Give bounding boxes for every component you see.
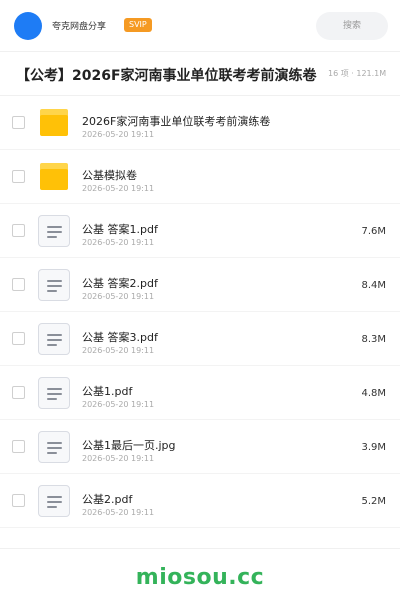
file-date: 2026-05-20 19:11 [82, 130, 155, 139]
folder-header: 【公考】2026F家河南事业单位联考考前演练卷 16 项 · 121.1M [0, 52, 400, 96]
avatar[interactable] [14, 12, 42, 40]
file-name: 公基1最后一页.jpg [82, 439, 176, 452]
list-item[interactable]: 公基 答案3.pdf 2026-05-20 19:11 8.3M [0, 312, 400, 366]
document-icon [38, 377, 70, 409]
document-icon [38, 215, 70, 247]
folder-title: 【公考】2026F家河南事业单位联考考前演练卷 [16, 68, 317, 84]
file-name: 公基1.pdf [82, 385, 133, 398]
file-size: 7.6M [361, 226, 386, 237]
file-date: 2026-05-20 19:11 [82, 454, 155, 463]
document-icon [38, 269, 70, 301]
file-size: 8.4M [361, 280, 386, 291]
folder-meta: 16 项 · 121.1M [328, 69, 387, 78]
search-input[interactable]: 搜索 [316, 12, 388, 40]
file-checkbox[interactable] [12, 386, 25, 399]
list-item[interactable]: 公基 答案2.pdf 2026-05-20 19:11 8.4M [0, 258, 400, 312]
file-checkbox[interactable] [12, 278, 25, 291]
document-icon [38, 485, 70, 517]
file-name: 公基 答案2.pdf [82, 277, 158, 290]
file-date: 2026-05-20 19:11 [82, 292, 155, 301]
folder-icon [38, 161, 70, 193]
file-size: 5.2M [361, 496, 386, 507]
list-item[interactable]: 2026F家河南事业单位联考考前演练卷 2026-05-20 19:11 [0, 96, 400, 150]
footer: miosou.cc [0, 548, 400, 600]
list-item[interactable]: 公基2.pdf 2026-05-20 19:11 5.2M [0, 474, 400, 528]
file-name: 2026F家河南事业单位联考考前演练卷 [82, 115, 271, 128]
file-list: 2026F家河南事业单位联考考前演练卷 2026-05-20 19:11 公基模… [0, 96, 400, 528]
list-item[interactable]: 公基1最后一页.jpg 2026-05-20 19:11 3.9M [0, 420, 400, 474]
top-bar: 夸克网盘分享 SVIP 搜索 [0, 0, 400, 52]
list-item[interactable]: 公基1.pdf 2026-05-20 19:11 4.8M [0, 366, 400, 420]
file-name: 公基 答案3.pdf [82, 331, 158, 344]
file-date: 2026-05-20 19:11 [82, 508, 155, 517]
file-date: 2026-05-20 19:11 [82, 184, 155, 193]
user-name: 夸克网盘分享 [52, 22, 107, 32]
file-checkbox[interactable] [12, 116, 25, 129]
file-checkbox[interactable] [12, 332, 25, 345]
file-size: 4.8M [361, 388, 386, 399]
document-icon [38, 323, 70, 355]
file-date: 2026-05-20 19:11 [82, 346, 155, 355]
brand-logo-text: miosou.cc [135, 565, 265, 590]
file-date: 2026-05-20 19:11 [82, 238, 155, 247]
file-checkbox[interactable] [12, 170, 25, 183]
list-item[interactable]: 公基 答案1.pdf 2026-05-20 19:11 7.6M [0, 204, 400, 258]
document-icon [38, 431, 70, 463]
file-size: 8.3M [361, 334, 386, 345]
svip-badge: SVIP [124, 18, 152, 32]
file-checkbox[interactable] [12, 440, 25, 453]
file-date: 2026-05-20 19:11 [82, 400, 155, 409]
file-name: 公基2.pdf [82, 493, 133, 506]
file-checkbox[interactable] [12, 494, 25, 507]
file-name: 公基模拟卷 [82, 169, 137, 182]
file-name: 公基 答案1.pdf [82, 223, 158, 236]
file-size: 3.9M [361, 442, 386, 453]
file-checkbox[interactable] [12, 224, 25, 237]
list-item[interactable]: 公基模拟卷 2026-05-20 19:11 [0, 150, 400, 204]
folder-icon [38, 107, 70, 139]
